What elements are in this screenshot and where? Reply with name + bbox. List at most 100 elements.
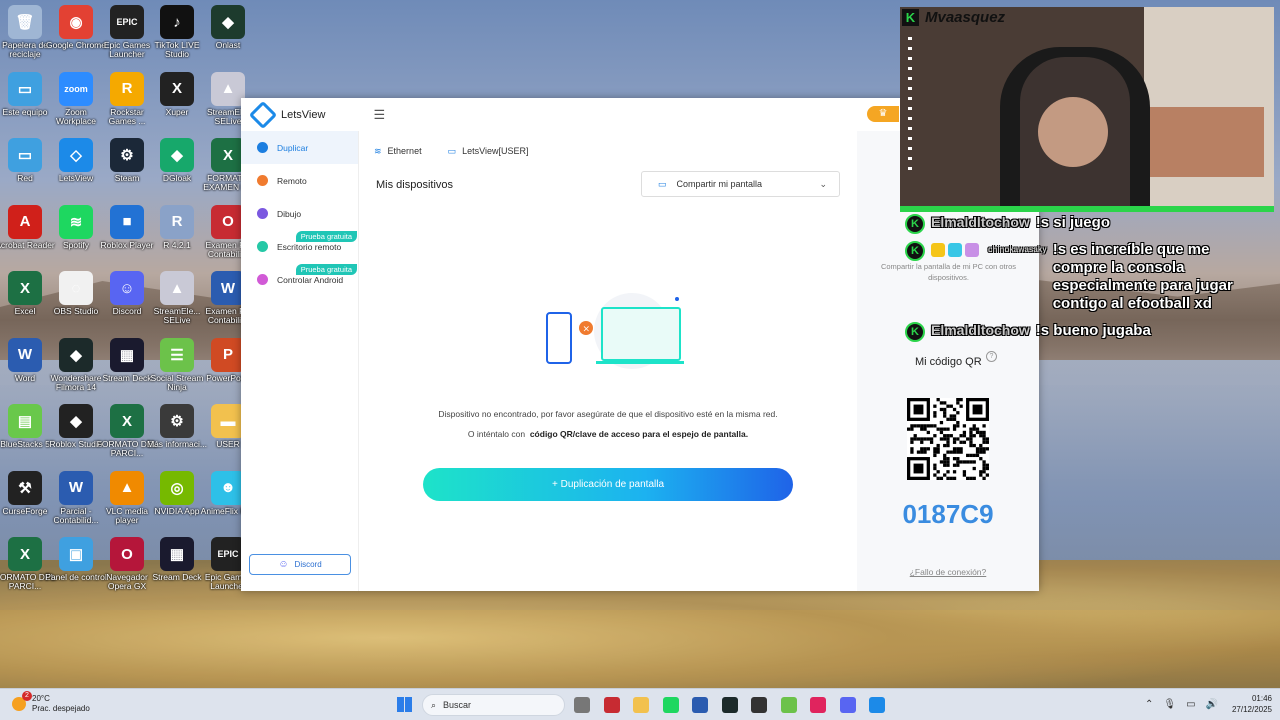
taskbar-app-icon[interactable] (810, 697, 826, 713)
taskbar-app-icon[interactable] (721, 697, 738, 713)
connection-fail-link[interactable]: ¿Fallo de conexión? (857, 567, 1039, 577)
app-icon: ▲ (110, 470, 144, 505)
weather-sun-icon: 2 (12, 691, 32, 711)
app-icon: ≋ (59, 204, 93, 239)
app-title: LetsView (281, 108, 326, 121)
chat-username: chinokawasaky (988, 245, 1047, 254)
windows-start-icon[interactable] (397, 697, 412, 712)
app-icon: ⚙ (160, 404, 194, 438)
network-icon[interactable]: ▭ (1186, 699, 1195, 710)
tab-letsview-user[interactable]: ▭ LetsView[USER] (448, 146, 529, 157)
app-icon: ▭ (8, 138, 42, 172)
chat-username: Elmaldltochow (931, 322, 1030, 338)
chat-text: !s si juego (1035, 214, 1110, 231)
sidebar-item[interactable]: Duplicar (241, 131, 358, 164)
app-icon: W (8, 337, 42, 372)
sidebar-item-icon (257, 175, 268, 186)
taskbar-app-icon[interactable] (780, 697, 797, 713)
tab-ethernet[interactable]: ≋ Ethernet (374, 146, 422, 157)
webcam-face (1038, 97, 1108, 167)
search-icon: ⌕ (431, 699, 437, 710)
search-placeholder: Buscar (443, 700, 472, 710)
chevron-up-icon[interactable]: ⌃ (1145, 699, 1153, 710)
sidebar-item[interactable]: Remoto (241, 164, 358, 197)
vip-crown-icon[interactable]: ♛ (867, 106, 899, 122)
sub-badge-icon (948, 243, 962, 258)
sidebar-item-label: Escritorio remoto (277, 241, 342, 252)
app-icon: ▣ (59, 537, 93, 571)
menu-icon[interactable]: ☰ (373, 107, 385, 123)
webcam-overlay (900, 7, 1274, 212)
weather-temp: 20°C (32, 694, 50, 703)
app-icon: A (8, 204, 42, 239)
sidebar-item[interactable]: Controlar Android Prueba gratuita (241, 263, 358, 296)
discord-icon: ☺ (278, 559, 289, 570)
webcam-bed (1134, 107, 1264, 177)
clock[interactable]: 01:46 27/12/2025 (1222, 694, 1272, 716)
svg-text:×: × (583, 325, 591, 335)
tab-ethernet-label: Ethernet (387, 146, 422, 156)
qr-code (907, 398, 989, 480)
qr-title: Mi código QR (915, 356, 982, 368)
try-qr-link[interactable]: código QR/clave de acceso para el espejo… (530, 429, 748, 439)
app-icon: W (59, 470, 93, 505)
app-icon: ⚙ (110, 138, 144, 172)
taskbar-app-icon[interactable] (751, 697, 767, 713)
chevron-down-icon: ⌄ (819, 178, 827, 189)
taskbar-app-icon[interactable] (692, 697, 708, 713)
chat-text: !s bueno jugaba (1035, 322, 1151, 339)
chat-avatar-icon: K (905, 214, 925, 234)
streamer-name-tag: K Mvaasquez (902, 9, 1005, 26)
taskbar-app-icon[interactable] (633, 697, 649, 713)
share-screen-label: Compartir mi pantalla (676, 179, 763, 189)
sidebar-item-icon (257, 241, 268, 252)
sidebar-item-label: Remoto (277, 175, 307, 186)
system-tray: ⌃ 🎙 ▭ 🔊 (1145, 699, 1218, 710)
taskbar-app-icon[interactable] (839, 697, 856, 713)
sidebar-item[interactable]: Escritorio remoto Prueba gratuita (241, 230, 358, 263)
taskbar-search[interactable]: ⌕ Buscar (422, 694, 565, 716)
taskbar-app-icon[interactable] (574, 697, 590, 713)
app-icon: ◆ (211, 5, 245, 39)
taskbar-app-icon[interactable] (869, 697, 885, 713)
weather-widget[interactable]: 2 20°C Prac. despejado (12, 691, 90, 714)
app-icon: ◉ (59, 5, 93, 39)
screen-duplication-button[interactable]: + Duplicación de pantalla (423, 468, 793, 501)
microphone-icon[interactable]: 🎙 (1163, 699, 1176, 710)
letsview-logo-icon (248, 100, 278, 129)
app-icon: R (110, 71, 144, 106)
app-icon: ▦ (160, 537, 194, 571)
webcam-frame-dots (908, 37, 912, 177)
trial-badge: Prueba gratuita (295, 231, 357, 242)
chat-badges (931, 241, 982, 313)
trial-badge: Prueba gratuita (295, 264, 357, 275)
sidebar-item[interactable]: Dibujo (241, 197, 358, 230)
taskbar-app-icon[interactable] (603, 697, 620, 713)
chat-text: !s es increíble que me compre la consola… (1052, 241, 1233, 312)
discord-button[interactable]: ☺ Discord (249, 554, 351, 575)
app-icon: X (160, 71, 194, 106)
desktop-icon-label: Onlast (215, 40, 241, 50)
device-tabs: ≋ Ethernet ▭ LetsView[USER] (359, 131, 857, 157)
help-icon[interactable]: ? (986, 351, 997, 362)
app-icon: P (211, 337, 245, 372)
app-icon: ☰ (160, 337, 194, 372)
app-icon: ◆ (160, 138, 194, 172)
app-icon: X (211, 138, 245, 172)
kick-logo-icon: K (902, 9, 919, 26)
discord-button-label: Discord (294, 560, 322, 569)
app-icon: X (8, 537, 42, 571)
taskbar-app-icon[interactable] (662, 697, 679, 713)
app-icon: W (211, 271, 245, 305)
app-icon: R (160, 204, 194, 239)
app-icon: ⚒ (8, 470, 42, 505)
app-icon: X (8, 271, 42, 305)
app-icon: ▦ (110, 337, 144, 372)
wifi-icon: ≋ (374, 146, 382, 156)
volume-icon[interactable]: 🔊 (1206, 699, 1218, 710)
app-icon: ☻ (211, 470, 245, 505)
desktop-icon[interactable]: ◆ Onlast (197, 5, 259, 50)
app-icon: ◆ (59, 404, 93, 438)
chat-message: K chinokawasaky !s es increíble que me c… (905, 241, 1243, 313)
share-screen-select[interactable]: ▭ Compartir mi pantalla ⌄ (641, 171, 840, 197)
